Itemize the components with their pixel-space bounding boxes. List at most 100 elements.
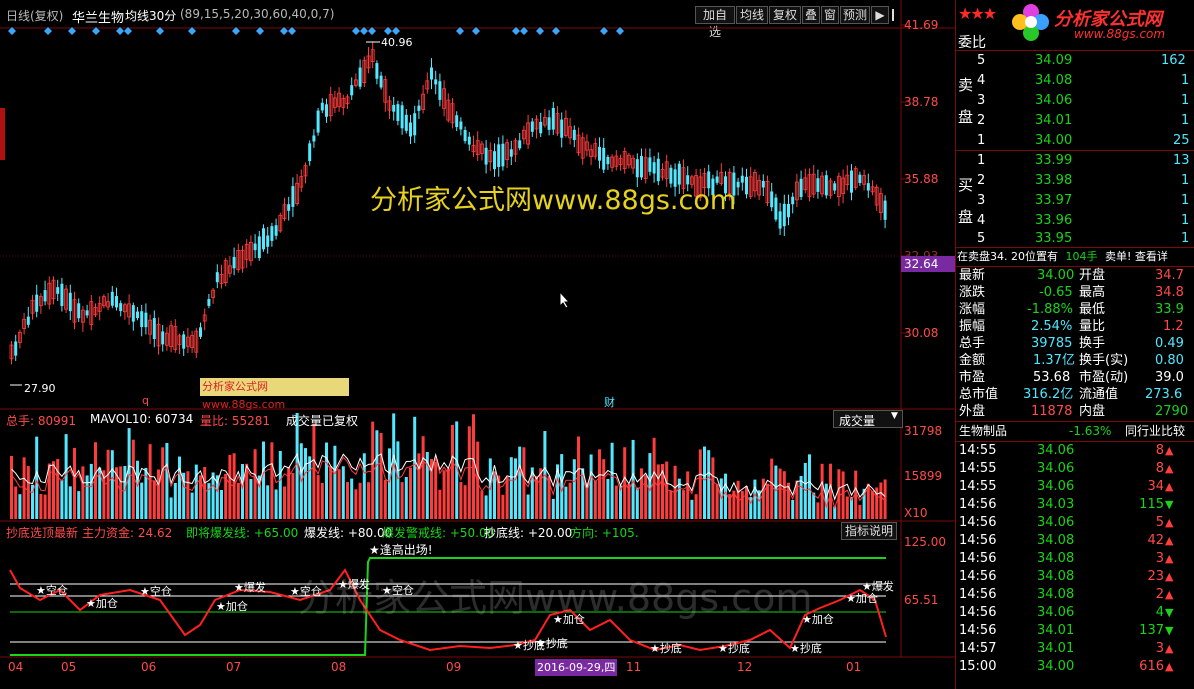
volume-bar [68,486,72,519]
volume-bar [480,491,484,519]
signal-burst: ★爆发 [862,580,894,593]
stat-row: 涨跌 -0.65 最高 34.8 [959,285,1184,300]
volume-bar [652,437,656,519]
volume-bar [127,428,131,519]
volume-bar [808,454,811,519]
event-marker-q[interactable]: q [142,394,149,407]
bid-row[interactable]: 5 33.95 1 [975,229,1194,249]
buy-side-label: 买 [958,176,974,194]
volume-bar [703,446,706,519]
volume-bar [417,453,421,519]
volume-bar [249,478,253,519]
volume-bar [333,445,337,519]
candle-body [404,114,408,131]
candle-body [291,186,295,207]
tick-trade-row: 14:55 34.06 8 ▲ [959,461,1174,476]
tick-trade-row: 14:57 34.01 3 ▲ [959,641,1174,656]
candle-body [161,331,165,345]
volume-bar [186,471,190,519]
arrow-down-icon: ▼ [1165,606,1174,619]
stat-row: 外盘 11878 内盘 2790 [959,404,1189,419]
arrow-up-icon: ▲ [1165,516,1174,529]
bid-row[interactable]: 4 33.96 1 [975,211,1194,231]
ask-row[interactable]: 1 34.00 25 [975,131,1194,151]
ask-row[interactable]: 5 34.09 162 [975,51,1194,71]
candle-body [530,121,534,132]
candle-body [736,181,740,188]
candle-body [745,176,748,195]
candle-body [858,174,862,183]
low-price-marker: 27.90 [24,382,56,395]
volume-bar [18,494,22,519]
volume-bar [669,490,673,519]
volume-unit: X10 [904,506,928,520]
candle-body [551,107,555,130]
candle-body [740,175,744,183]
ask-row[interactable]: 3 34.06 1 [975,91,1194,111]
candle-body [850,170,853,193]
order-ratio-title: 委比 [958,35,986,51]
candle-body [438,81,442,100]
volume-bar [770,458,774,519]
price-axis-label: 38.78 [904,95,939,109]
volume-bar [81,466,85,519]
indicator-help-button[interactable]: 指标说明 [841,522,897,540]
volume-bar [400,482,404,519]
volume-indicator-dropdown[interactable]: 成交量 ▼ [833,410,903,428]
indicator-axis-label: 65.51 [904,593,939,607]
bid-row[interactable]: 1 33.99 13 [975,151,1194,171]
candle-body [266,235,270,247]
ask-row[interactable]: 4 34.08 1 [975,71,1194,91]
candle-body [350,85,354,96]
volume-bar [774,465,778,519]
candle-body [396,104,400,121]
volume-bar [278,450,282,519]
candle-body [379,75,383,88]
candle-body [136,311,139,319]
volume-bar [56,459,60,519]
candle-body [199,327,202,337]
x-axis: 04 05 06 07 08 09 11 12 01 2016-09-29,四 [8,659,862,676]
volume-bar [367,482,370,519]
bid-row[interactable]: 3 33.97 1 [975,191,1194,211]
tick-trade-row: 14:56 34.01 137 ▼ [959,623,1174,638]
volume-bar [85,475,89,519]
volume-bar [593,480,597,519]
tick-trade-row: 14:56 34.08 2 ▲ [959,587,1174,602]
candle-body [787,203,790,218]
volume-bar [157,469,160,519]
volume-bar [778,468,782,519]
order-alert-line[interactable]: 在卖盘34. 20位置有 104手 卖单! 查看详 [957,248,1194,265]
event-marker-finance[interactable]: 财 [604,394,615,410]
volume-bar [161,447,165,519]
candle-body [253,243,257,251]
candle-body [257,236,261,259]
sector-row[interactable]: 生物制品 -1.63% 同行业比较 [957,423,1194,440]
bid-row[interactable]: 2 33.98 1 [975,171,1194,191]
volume-bar [509,457,513,519]
volume-bar [711,457,715,519]
x-axis-cursor-date: 2016-09-29,四 [535,659,618,676]
volume-bar [837,469,841,519]
volume-bar [26,466,30,519]
signal-bottom: ★抄底 [718,642,750,655]
candle-body [547,117,551,130]
price-axis-label: 41.69 [904,18,939,32]
stat-row: 市盈 53.68 市盈(动) 39.0 [959,370,1184,385]
volume-bar [110,450,114,519]
volume-bar [761,478,765,519]
volume-bars [10,412,887,519]
volume-bar [740,491,744,519]
candle-body [85,310,89,316]
candle-body [598,146,601,161]
arrow-up-icon: ▲ [1165,462,1174,475]
candle-body [320,102,324,111]
volume-bar [178,456,181,519]
candle-body [652,162,656,174]
indicator-axis-label: 125.00 [904,535,946,549]
ask-row[interactable]: 2 34.01 1 [975,111,1194,131]
volume-bar [346,482,349,519]
candle-body [501,143,505,167]
candle-body [152,318,156,339]
candle-body [430,67,433,80]
